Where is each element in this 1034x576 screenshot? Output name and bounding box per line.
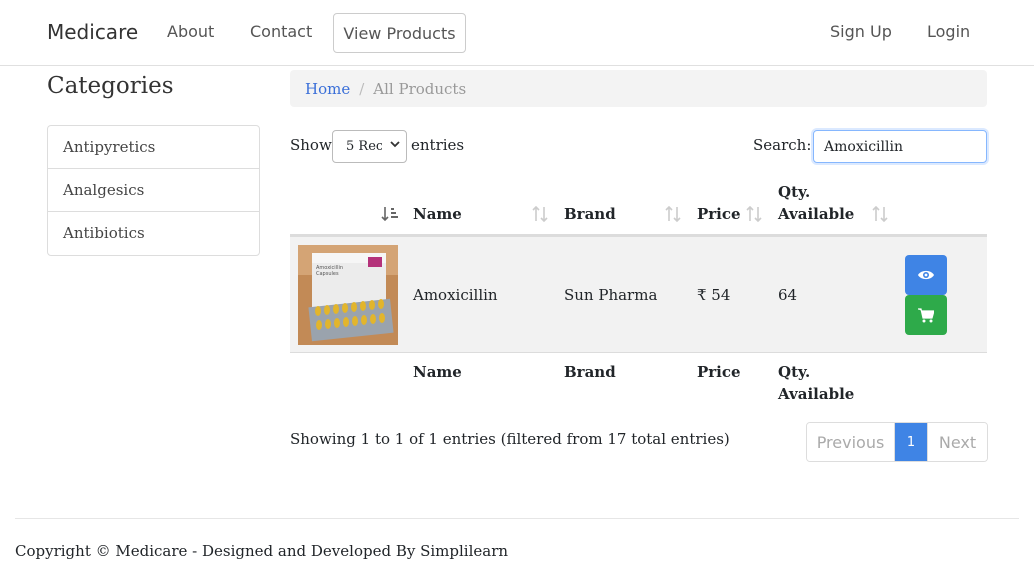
product-image: Amoxicillin Capsules (298, 245, 398, 345)
svg-text:Capsules: Capsules (316, 271, 339, 277)
cell-price: ₹ 54 (697, 286, 731, 304)
pagination-next[interactable]: Next (927, 423, 987, 461)
pagination-previous[interactable]: Previous (807, 423, 895, 461)
nav-login-link[interactable]: Login (927, 22, 970, 41)
entries-label: entries (411, 136, 465, 154)
table-info: Showing 1 to 1 of 1 entries (filtered fr… (290, 430, 730, 448)
nav-signup-link[interactable]: Sign Up (830, 22, 892, 41)
footer-header-qty-line2: Available (778, 385, 855, 403)
header-price[interactable]: Price (697, 205, 741, 223)
cell-qty: 64 (778, 286, 798, 304)
search-label: Search: (753, 136, 812, 154)
breadcrumb-home-link[interactable]: Home (305, 80, 350, 98)
header-qty-line1[interactable]: Qty. (778, 183, 810, 201)
category-item-antibiotics[interactable]: Antibiotics (48, 212, 259, 255)
view-products-button[interactable]: View Products (333, 13, 466, 53)
view-product-button[interactable] (905, 255, 947, 295)
pagination: Previous 1 Next (806, 422, 988, 462)
footer-header-brand: Brand (564, 363, 616, 381)
header-name[interactable]: Name (413, 205, 462, 223)
category-list: Antipyretics Analgesics Antibiotics (47, 125, 260, 256)
sort-arrows-icon[interactable] (531, 205, 549, 223)
footer-header-name: Name (413, 363, 462, 381)
navbar: Medicare About Contact View Products Sig… (0, 0, 1034, 66)
category-item-analgesics[interactable]: Analgesics (48, 169, 259, 212)
search-input[interactable]: Amoxicillin (813, 130, 987, 163)
breadcrumb-separator: / (359, 79, 365, 98)
sort-arrows-icon[interactable] (871, 205, 889, 223)
cell-brand: Sun Pharma (564, 286, 658, 304)
breadcrumb-current: All Products (373, 79, 467, 98)
chevron-down-icon (390, 141, 400, 148)
breadcrumb: Home / All Products (290, 70, 987, 107)
brand-logo[interactable]: Medicare (47, 20, 138, 44)
sort-arrows-icon[interactable] (745, 205, 763, 223)
show-label: Show (290, 136, 332, 154)
cell-name: Amoxicillin (413, 286, 498, 304)
footer-divider (15, 518, 1019, 519)
nav-about-link[interactable]: About (167, 22, 214, 41)
category-item-antipyretics[interactable]: Antipyretics (48, 126, 259, 169)
header-brand[interactable]: Brand (564, 205, 616, 223)
categories-title: Categories (47, 73, 174, 99)
sort-ascending-icon[interactable] (381, 205, 399, 223)
footer-header-price: Price (697, 363, 741, 381)
pagination-page-1[interactable]: 1 (895, 423, 927, 461)
sort-arrows-icon[interactable] (664, 205, 682, 223)
header-qty-line2[interactable]: Available (778, 205, 854, 223)
add-to-cart-button[interactable] (905, 295, 947, 335)
page-size-select[interactable]: 5 Records (332, 130, 407, 163)
nav-contact-link[interactable]: Contact (250, 22, 312, 41)
cart-icon (918, 307, 934, 322)
footer-header-qty-line1: Qty. (778, 363, 811, 381)
page-size-value: 5 Records (346, 139, 382, 154)
eye-icon (918, 270, 934, 280)
footer-copyright: Copyright © Medicare - Designed and Deve… (15, 542, 509, 560)
